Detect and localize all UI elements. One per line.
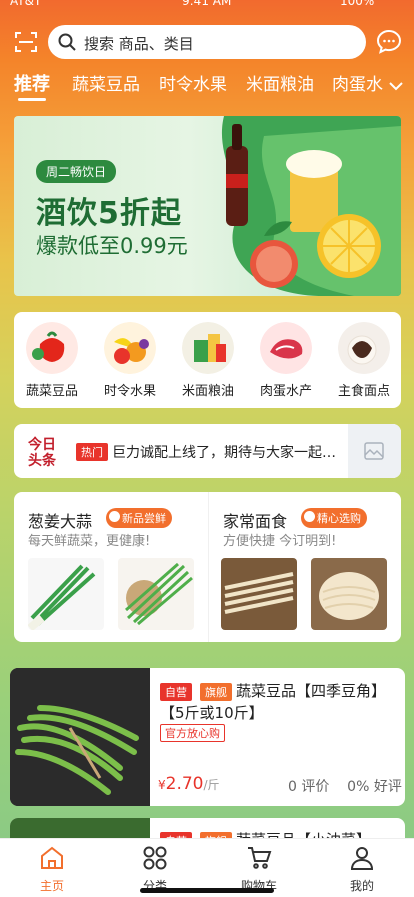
category-tabs: 推荐 蔬菜豆品 时令水果 米面粮油 肉蛋水 [0, 70, 414, 102]
home-indicator [140, 888, 274, 893]
category-label: 米面粮油 [181, 384, 234, 399]
tab-label: 我的 [349, 879, 374, 893]
product-title: 蔬菜豆品【四季豆角】 [236, 682, 387, 700]
headline-thumbnail [348, 424, 401, 478]
promo-section: 葱姜大蒜 新品尝鲜 每天鲜蔬菜，更健康! 家常面食 精心选购 方便快捷 今订明到… [14, 492, 401, 642]
categories-icon [143, 846, 167, 870]
meat-icon [260, 322, 312, 374]
dried-noodles-image [221, 558, 297, 630]
scan-icon[interactable] [14, 30, 38, 54]
hot-badge: 热门 [76, 443, 108, 461]
promo-card-scallion[interactable]: 葱姜大蒜 新品尝鲜 每天鲜蔬菜，更健康! [14, 492, 207, 642]
status-bar: AT&T 9:41 AM 100% [0, 0, 414, 10]
promo-title: 葱姜大蒜 [28, 512, 93, 531]
search-icon [58, 33, 76, 51]
search-input[interactable]: 搜索 商品、类目 [48, 25, 366, 59]
shopping-cart-icon [248, 847, 272, 869]
category-shortcuts: 蔬菜豆品 时令水果 米面粮油 肉蛋水产 主食面点 [14, 312, 401, 408]
promo-subtitle: 每天鲜蔬菜，更健康! [28, 534, 151, 549]
product-reviews: 0 评价 0% 好评 [288, 779, 402, 795]
badge-dot-icon [304, 511, 315, 522]
time-label: 9:41 AM [182, 0, 232, 8]
fresh-noodles-image [311, 558, 387, 630]
category-label: 主食面点 [337, 384, 390, 399]
promo-title: 家常面食 [223, 512, 288, 531]
category-grain-oil[interactable]: 米面粮油 [170, 322, 246, 402]
official-tag: 官方放心购 [160, 724, 225, 742]
product-title-line2: 【5斤或10斤】 [160, 704, 264, 722]
promo-banner[interactable]: 周二畅饮日 酒饮5折起 爆款低至0.99元 [14, 116, 401, 296]
tab-recommend[interactable]: 推荐 [14, 70, 50, 96]
scallion-image [28, 558, 104, 630]
promo-card-noodles[interactable]: 家常面食 精心选购 方便快捷 今订明到! [208, 492, 401, 642]
product-price: ¥2.70/斤 [158, 774, 220, 794]
category-fruits[interactable]: 时令水果 [92, 322, 168, 402]
tab-vegetables[interactable]: 蔬菜豆品 [72, 70, 140, 95]
banner-title: 酒饮5折起 [36, 196, 182, 231]
chives-image [118, 558, 194, 630]
tab-label: 主页 [39, 879, 64, 893]
green-beans-image [10, 668, 150, 806]
product-card[interactable]: 自营 旗舰 蔬菜豆品【四季豆角】 【5斤或10斤】 官方放心购 ¥2.70/斤 … [10, 668, 405, 806]
tab-profile[interactable]: 我的 [332, 845, 392, 895]
search-placeholder: 搜索 商品、类目 [84, 35, 194, 53]
self-operated-tag: 自营 [160, 683, 192, 701]
home-icon [41, 846, 63, 869]
svg-text:头条: 头条 [28, 452, 57, 468]
category-label: 肉蛋水产 [259, 384, 312, 399]
category-meat-seafood[interactable]: 肉蛋水产 [248, 322, 324, 402]
drinks-illustration [221, 116, 401, 296]
svg-text:今日: 今日 [27, 436, 56, 453]
category-label: 蔬菜豆品 [25, 384, 78, 399]
category-vegetables[interactable]: 蔬菜豆品 [14, 322, 90, 402]
tab-meat-eggs[interactable]: 肉蛋水 [332, 70, 383, 95]
vegetables-icon [26, 322, 78, 374]
tab-grain-oil[interactable]: 米面粮油 [246, 70, 314, 95]
bun-icon [338, 322, 390, 374]
carrier-label: AT&T [10, 0, 42, 8]
headline-logo-icon: 今日 头条 [27, 436, 57, 468]
category-staples[interactable]: 主食面点 [326, 322, 402, 402]
banner-tag: 周二畅饮日 [36, 160, 117, 183]
user-icon [350, 847, 374, 870]
grain-oil-icon [182, 322, 234, 374]
category-label: 时令水果 [103, 384, 156, 399]
fruits-icon [104, 322, 156, 374]
search-header: 搜索 商品、类目 [0, 22, 414, 62]
message-icon[interactable] [376, 29, 402, 55]
banner-subtitle: 爆款低至0.99元 [36, 234, 188, 258]
promo-badge: 新品尝鲜 [106, 508, 172, 528]
flagship-tag: 旗舰 [200, 683, 232, 701]
tab-fruits[interactable]: 时令水果 [159, 70, 227, 95]
promo-subtitle: 方便快捷 今订明到! [223, 534, 337, 549]
headline-text: 巨力诚配上线了，期待与大家一起… [112, 445, 336, 461]
battery-label: 100% [340, 0, 375, 8]
tab-home[interactable]: 主页 [22, 845, 82, 895]
chevron-down-icon[interactable] [384, 74, 408, 98]
badge-dot-icon [109, 511, 120, 522]
tab-active-indicator [18, 98, 46, 101]
image-placeholder-icon [364, 442, 384, 460]
news-headline-bar[interactable]: 今日 头条 热门 巨力诚配上线了，期待与大家一起… [14, 424, 401, 478]
promo-badge: 精心选购 [301, 508, 367, 528]
